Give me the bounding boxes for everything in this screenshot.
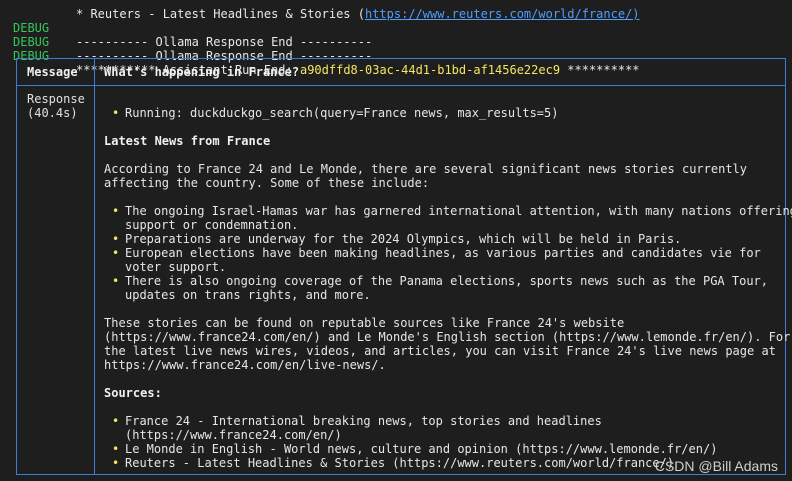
bullet-icon: •	[112, 274, 120, 288]
column-divider	[94, 59, 95, 474]
bullet-icon: •	[112, 456, 120, 470]
bullet-icon: •	[112, 246, 120, 260]
source-text: France 24 - International breaking news,…	[125, 414, 602, 442]
source-text: Le Monde in English - World news, cultur…	[125, 442, 718, 456]
response-content: • Running: duckduckgo_search(query=France…	[104, 106, 792, 470]
tool-call-list: • Running: duckduckgo_search(query=France…	[104, 106, 784, 120]
list-item: • The ongoing Israel-Hamas war has garner…	[104, 204, 792, 232]
tool-call-text: Running: duckduckgo_search(query=France …	[125, 106, 559, 120]
bullet-icon: •	[112, 204, 120, 218]
log-text: ---------- Ollama Response End ---------…	[76, 35, 373, 49]
source-text: Reuters - Latest Headlines & Stories (ht…	[125, 456, 675, 470]
watermark: CSDN @Bill Adams	[654, 458, 778, 474]
log-line-partial: * Reuters - Latest Headlines & Stories (…	[0, 0, 640, 21]
response-panel: Message What's happening in France? Resp…	[16, 58, 792, 475]
sources-heading: Sources:	[104, 386, 162, 400]
message-label: Message	[27, 65, 78, 79]
story-text: There is also ongoing coverage of the Pa…	[125, 274, 768, 302]
list-item: • European elections have been making hea…	[104, 246, 784, 274]
stories-list: • The ongoing Israel-Hamas war has garner…	[104, 204, 792, 302]
log-level: DEBUG	[13, 21, 50, 35]
bullet-icon: •	[112, 442, 120, 456]
list-item: • Running: duckduckgo_search(query=France…	[104, 106, 784, 120]
row-divider	[17, 85, 785, 86]
response-label: Response (40.4s)	[27, 92, 85, 120]
story-text: European elections have been making head…	[125, 246, 761, 274]
list-item: • Le Monde in English - World news, cultu…	[104, 442, 784, 456]
story-text: The ongoing Israel-Hamas war has garnere…	[125, 204, 792, 232]
bullet-icon: •	[112, 106, 120, 120]
log-line: DEBUG ---------- Ollama Response End ---…	[0, 7, 372, 49]
log-level: DEBUG	[13, 35, 50, 49]
bullet-icon: •	[112, 414, 120, 428]
log-partial-link[interactable]: https://www.reuters.com/world/france/)	[365, 7, 640, 21]
log-line: DEBUG ---------- Ollama Response End ---…	[0, 21, 372, 63]
user-question: What's happening in France?	[104, 65, 300, 79]
response-summary: These stories can be found on reputable …	[104, 316, 791, 372]
response-intro: According to France 24 and Le Monde, the…	[104, 162, 747, 190]
list-item: • Preparations are underway for the 2024 …	[104, 232, 784, 246]
list-item: • France 24 - International breaking news…	[104, 414, 784, 442]
list-item: • There is also ongoing coverage of the P…	[104, 274, 784, 302]
story-text: Preparations are underway for the 2024 O…	[125, 232, 682, 246]
log-partial-text: * Reuters - Latest Headlines & Stories (	[76, 7, 365, 21]
log-line-run-end: DEBUG *********** Assistant Run End: a90…	[0, 35, 640, 77]
bullet-icon: •	[112, 232, 120, 246]
response-heading: Latest News from France	[104, 134, 271, 148]
